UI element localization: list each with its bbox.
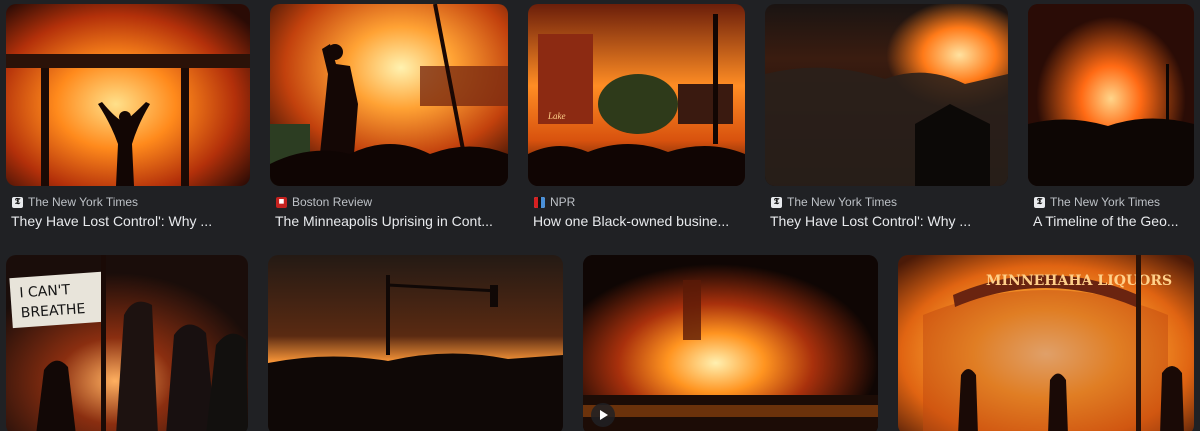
boston-review-icon: ■ [276, 196, 287, 208]
result-thumbnail-1[interactable] [6, 4, 250, 186]
result-thumbnail-7[interactable] [268, 255, 563, 431]
result-title-3[interactable]: How one Black-owned busine... [533, 213, 743, 229]
nyt-icon: 𝕿 [12, 196, 23, 208]
source-name: Boston Review [292, 195, 373, 209]
result-card-6[interactable]: I CAN'T BREATHE [6, 255, 248, 431]
nyt-icon: 𝕿 [1034, 196, 1045, 208]
store-sign-text: Lake [547, 111, 566, 121]
result-thumbnail-2[interactable] [270, 4, 508, 186]
building-sign-text: MINNEHAHA LIQUORS [986, 273, 1172, 289]
result-card-5[interactable]: 𝕿 The New York Times A Timeline of the G… [1028, 4, 1194, 234]
result-title-5[interactable]: A Timeline of the Geo... [1033, 213, 1193, 229]
result-title-2[interactable]: The Minneapolis Uprising in Cont... [275, 213, 505, 229]
result-title-1[interactable]: They Have Lost Control': Why ... [11, 213, 247, 229]
result-thumbnail-5[interactable] [1028, 4, 1194, 186]
result-thumbnail-6[interactable]: I CAN'T BREATHE [6, 255, 248, 431]
result-source-3[interactable]: NPR [534, 195, 575, 209]
result-card-3[interactable]: Lake NPR How one Black-owned busine... [528, 4, 745, 234]
result-card-7[interactable] [268, 255, 563, 431]
result-source-4[interactable]: 𝕿 The New York Times [771, 195, 897, 209]
result-card-2[interactable]: ■ Boston Review The Minneapolis Uprising… [270, 4, 508, 234]
source-name: NPR [550, 195, 576, 209]
result-thumbnail-8[interactable] [583, 255, 878, 431]
result-card-1[interactable]: 𝕿 The New York Times They Have Lost Cont… [6, 4, 250, 234]
source-name: The New York Times [1050, 195, 1161, 209]
play-icon[interactable] [591, 403, 615, 427]
result-thumbnail-4[interactable] [765, 4, 1008, 186]
result-source-2[interactable]: ■ Boston Review [276, 195, 372, 209]
source-name: The New York Times [28, 195, 139, 209]
result-card-9[interactable]: MINNEHAHA LIQUORS [898, 255, 1194, 431]
result-thumbnail-3[interactable]: Lake [528, 4, 745, 186]
nyt-icon: 𝕿 [771, 196, 782, 208]
result-card-8[interactable] [583, 255, 878, 431]
result-card-4[interactable]: 𝕿 The New York Times They Have Lost Cont… [765, 4, 1008, 234]
result-title-4[interactable]: They Have Lost Control': Why ... [770, 213, 1006, 229]
source-name: The New York Times [787, 195, 898, 209]
result-thumbnail-9[interactable]: MINNEHAHA LIQUORS [898, 255, 1194, 431]
result-source-5[interactable]: 𝕿 The New York Times [1034, 195, 1160, 209]
npr-icon [534, 196, 545, 208]
result-source-1[interactable]: 𝕿 The New York Times [12, 195, 138, 209]
